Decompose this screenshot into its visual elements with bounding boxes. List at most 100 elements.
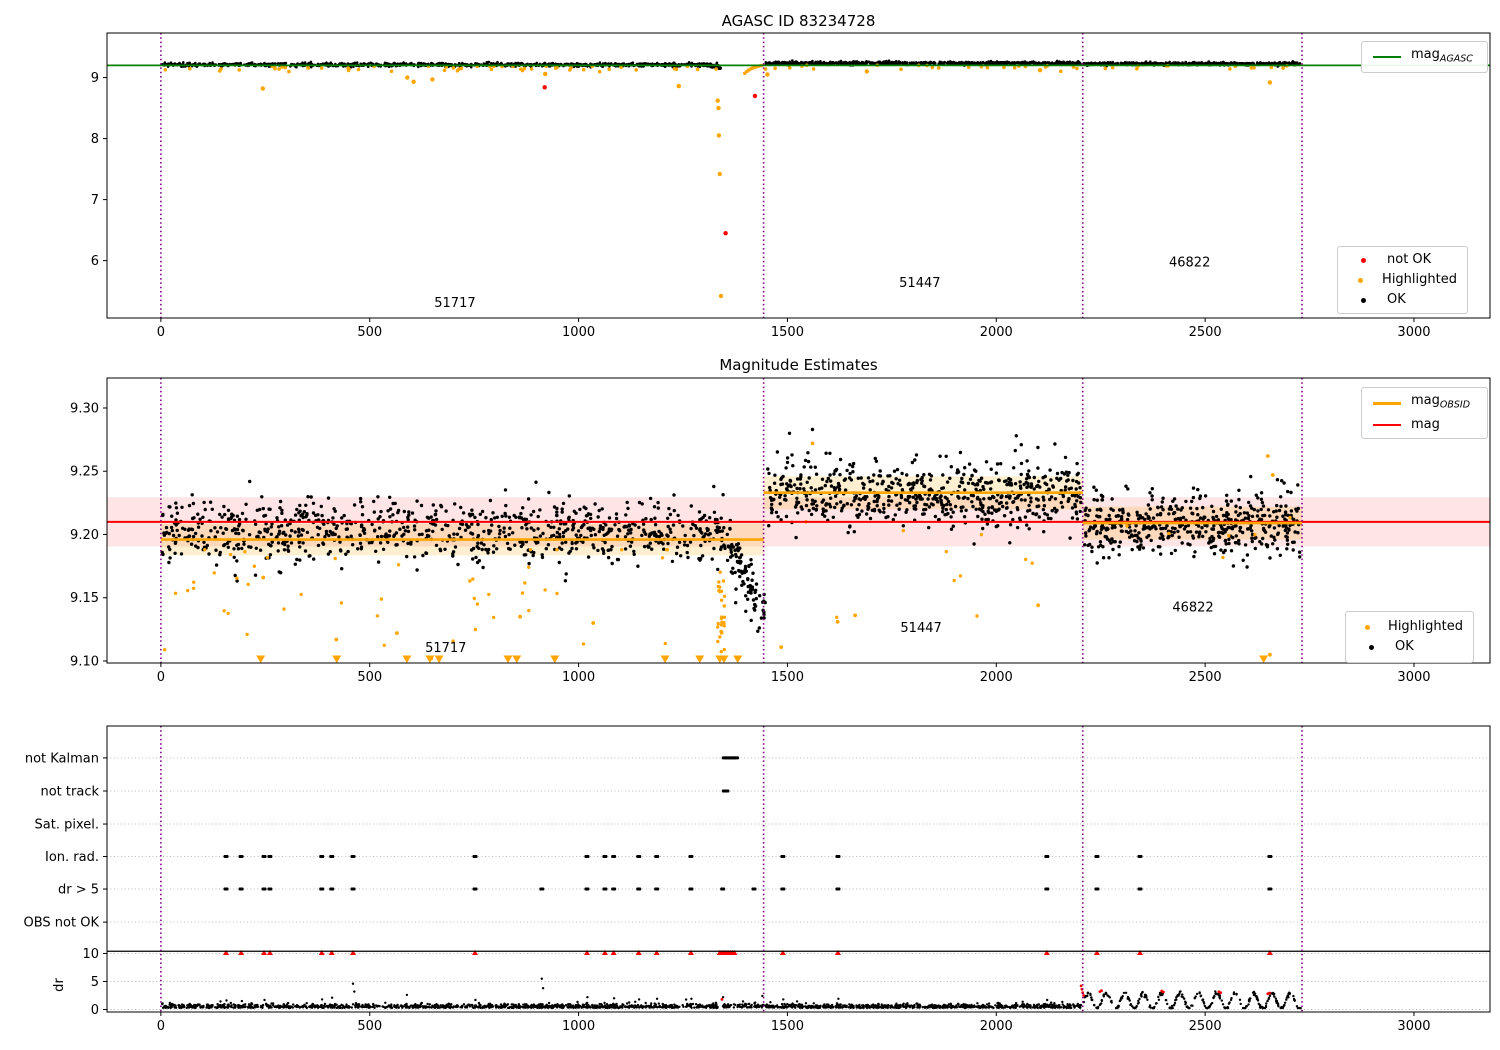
legend-row-ok: OK [1356, 639, 1463, 655]
dr-gt5-flags [319, 887, 325, 891]
ion-rad-flags [835, 855, 841, 859]
ion-rad-flags [636, 855, 642, 859]
clipped-low [434, 655, 444, 664]
dr-gt5-flags [1044, 887, 1050, 891]
y-tick-label: Ion. rad. [45, 850, 99, 865]
x-tick-label: 2500 [1189, 1019, 1222, 1034]
x-tick-label: 1000 [562, 1019, 595, 1034]
clipped-low [503, 655, 513, 664]
figure-canvas: 51717 51447 46822 0 500 1000 1500 2000 2500 3000 6… [24, 32, 1491, 1034]
bottom-dr-not-ok [720, 984, 1271, 1001]
middle-Highlighted-trail [716, 570, 727, 654]
y-tick-label: 9 [91, 71, 99, 86]
ion-rad-flags [472, 855, 478, 859]
x-tick-label: 0 [157, 1019, 165, 1034]
orange-dot-swatch-wrap [1348, 277, 1373, 283]
top-not-OK [542, 85, 758, 236]
bottom-dr [764, 1000, 1083, 1010]
y-tick-label: 7 [91, 193, 99, 208]
dr-gt5-flags [1137, 887, 1143, 891]
highlighted-dot-swatch [1358, 277, 1364, 283]
ok-dot-swatch [1360, 297, 1366, 303]
y-axis-label: dr [52, 978, 67, 992]
top-plot-title-text: AGASC ID 83234728 [721, 12, 876, 30]
legend-row-mag-agasc: magAGASC [1372, 47, 1477, 68]
x-tick-label: 1000 [562, 670, 595, 685]
dr-gt5-flags [602, 887, 608, 891]
mag-line-swatch [1373, 424, 1401, 427]
orange-dot-swatch-wrap [1356, 624, 1379, 630]
clipped-low [402, 655, 412, 664]
dr-gt5-flags [751, 887, 757, 891]
x-tick-label: 1500 [771, 670, 804, 685]
red-dot-swatch-wrap [1348, 257, 1378, 263]
y-tick-label: not Kalman [25, 751, 99, 766]
clipped-low [550, 655, 560, 664]
x-tick-label: 2000 [980, 325, 1013, 340]
red-line-swatch-wrap [1372, 424, 1402, 427]
obsid-annotation: 46822 [1172, 601, 1213, 616]
obsid-annotation: 51717 [434, 296, 475, 311]
ion-rad-flags [654, 855, 660, 859]
green-line-swatch-wrap [1372, 56, 1402, 58]
x-tick-label: 3000 [1397, 670, 1430, 685]
y-tick-label: 6 [91, 254, 99, 269]
bottom-spine [106, 725, 1491, 1013]
legend-row-highlighted: Highlighted [1356, 619, 1463, 635]
x-tick-label: 500 [357, 325, 382, 340]
middle-plot-title: Magnitude Estimates [107, 356, 1490, 374]
dr-gt5-flags [611, 887, 617, 891]
ion-rad-flags [350, 855, 356, 859]
y-tick-label: 10 [82, 947, 99, 962]
dr-gt5-flags [350, 887, 356, 891]
legend-label: mag [1411, 417, 1440, 433]
bottom-plot: 0 500 1000 1500 2000 2500 3000 not Kalman not tr… [24, 725, 1491, 1034]
ion-rad-flags [1137, 855, 1143, 859]
mag-obsid-line-swatch [1373, 401, 1401, 405]
dr-gt5-flags [261, 887, 267, 891]
black-dot-swatch-wrap [1356, 644, 1386, 650]
bottom-dr [161, 998, 719, 1010]
y-tick-label: 9.25 [70, 465, 99, 480]
dr-gt5-flags [238, 887, 244, 891]
legend-label: Highlighted [1388, 619, 1463, 634]
y-tick-label: 8 [91, 132, 99, 147]
middle-plot: 51717 51447 46822 0 500 1000 1500 2000 2500 3000 9… [70, 377, 1491, 685]
y-tick-label: 9.30 [70, 401, 99, 416]
y-tick-label: Sat. pixel. [35, 818, 99, 833]
not-ok-dot-swatch [1360, 257, 1366, 263]
y-tick-label: 9.15 [70, 591, 99, 606]
ion-rad-flags [329, 855, 335, 859]
top-OK [1082, 60, 1302, 68]
top-spine [106, 32, 1491, 319]
ion-rad-flags [267, 855, 273, 859]
clipped-low [695, 655, 705, 664]
y-tick-label: dr > 5 [58, 883, 99, 898]
not-kalman-flags [733, 756, 740, 760]
x-tick-label: 2000 [980, 670, 1013, 685]
not-track-flags [724, 789, 730, 793]
ion-rad-flags [584, 855, 590, 859]
ok-dot-swatch [1368, 644, 1374, 650]
legend-label: OK [1395, 639, 1414, 654]
legend-top-status: not OK Highlighted OK [1337, 246, 1468, 314]
black-dot-swatch-wrap [1348, 297, 1378, 303]
obsid-annotation: 46822 [1169, 256, 1210, 271]
dr-gt5-flags [223, 887, 229, 891]
obsid-annotation: 51447 [900, 621, 941, 636]
top-Highlighted-deep [260, 68, 1273, 299]
ion-rad-flags [238, 855, 244, 859]
legend-row-highlighted: Highlighted [1348, 272, 1457, 288]
middle-plot-title-text: Magnitude Estimates [719, 356, 878, 374]
bottom-dr [721, 1000, 765, 1009]
ion-rad-flags [688, 855, 694, 859]
x-tick-label: 3000 [1397, 1019, 1430, 1034]
dr-gt5-flags [1094, 887, 1100, 891]
ion-rad-flags [780, 855, 786, 859]
figure: 51717 51447 46822 0 500 1000 1500 2000 2500 3000 6… [0, 0, 1500, 1050]
x-tick-label: 1500 [771, 325, 804, 340]
mag-agasc-line-swatch [1373, 56, 1401, 58]
legend-row-ok: OK [1348, 292, 1457, 308]
highlighted-dot-swatch [1365, 624, 1371, 630]
ion-rad-flags [1094, 855, 1100, 859]
